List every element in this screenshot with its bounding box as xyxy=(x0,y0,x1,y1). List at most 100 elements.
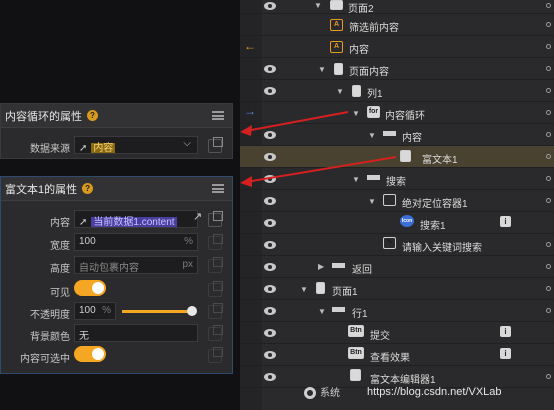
eye-icon[interactable] xyxy=(264,131,276,139)
loop-panel-title: 内容循环的属性 xyxy=(5,110,82,123)
eye-icon[interactable] xyxy=(264,197,276,205)
eye-icon[interactable] xyxy=(264,153,276,161)
eye-icon[interactable] xyxy=(264,307,276,315)
caret-down-icon[interactable]: ▼ xyxy=(336,87,344,96)
caret-down-icon[interactable]: ▼ xyxy=(368,197,376,206)
eye-icon[interactable] xyxy=(264,285,276,293)
selectable-row: 内容可选中 xyxy=(0,346,233,366)
tree-label: 搜索1 xyxy=(420,221,446,232)
caret-down-icon[interactable]: ▼ xyxy=(352,109,360,118)
tree-label: 富文本1 xyxy=(422,155,458,166)
opacity-slider[interactable] xyxy=(122,310,194,313)
tree-row-content-var[interactable] xyxy=(240,36,554,58)
opacity-row: 不透明度 100 % xyxy=(0,302,233,322)
opacity-field[interactable]: 100 % xyxy=(74,302,116,320)
tree-row-abs-container[interactable] xyxy=(240,190,554,212)
caret-down-icon[interactable]: ▼ xyxy=(314,1,322,10)
caret-down-icon[interactable]: ▼ xyxy=(318,307,326,316)
icon-widget-icon: Icon xyxy=(400,215,414,227)
info-icon[interactable]: i xyxy=(500,326,511,337)
richtext-editor-icon xyxy=(350,369,361,381)
tree-label: 请输入关键词搜索 xyxy=(402,243,482,254)
height-unit: px xyxy=(182,259,193,270)
caret-down-icon[interactable]: ▼ xyxy=(368,131,376,140)
tree-label: 列1 xyxy=(367,89,383,100)
arrow-left-icon[interactable]: ← xyxy=(244,39,256,53)
tree-row-page1[interactable] xyxy=(240,278,554,300)
eye-icon[interactable] xyxy=(264,241,276,249)
selectable-toggle[interactable] xyxy=(74,346,106,362)
content-row: 内容 ➚ 当前数据1.content ↗ xyxy=(0,210,233,230)
tree-label: 内容 xyxy=(349,45,369,56)
copy-icon[interactable] xyxy=(208,211,223,227)
eye-icon[interactable] xyxy=(264,65,276,73)
status-dot xyxy=(546,198,551,203)
tree-row-page-content[interactable] xyxy=(240,58,554,80)
system-tab[interactable]: 系统 xyxy=(304,384,340,400)
row-icon xyxy=(332,304,345,316)
copy-icon[interactable] xyxy=(208,137,223,153)
copy-icon[interactable] xyxy=(208,281,223,297)
arrow-right-icon[interactable]: → xyxy=(244,104,256,118)
width-field[interactable]: 100 % xyxy=(74,233,198,251)
row-icon xyxy=(332,260,345,272)
data-source-field[interactable]: ➚ 内容 ⌵ xyxy=(74,136,198,154)
info-icon[interactable]: i xyxy=(500,348,511,359)
eye-icon[interactable] xyxy=(264,87,276,95)
container-icon xyxy=(383,194,396,206)
content-label: 内容 xyxy=(50,218,70,229)
caret-down-icon[interactable]: ▼ xyxy=(352,175,360,184)
row-icon xyxy=(367,172,380,184)
tree-row-back[interactable] xyxy=(240,256,554,278)
copy-icon[interactable] xyxy=(208,257,223,273)
help-icon[interactable]: ? xyxy=(87,110,98,121)
menu-icon[interactable] xyxy=(212,111,224,120)
menu-icon[interactable] xyxy=(212,184,224,193)
height-field[interactable]: 自动包裹内容 px xyxy=(74,256,198,274)
help-icon[interactable]: ? xyxy=(82,183,94,194)
caret-right-icon[interactable]: ▶ xyxy=(318,262,324,271)
copy-icon[interactable] xyxy=(208,325,223,341)
status-dot xyxy=(546,132,551,137)
button-icon: Btn xyxy=(348,347,364,359)
copy-icon[interactable] xyxy=(208,234,223,250)
opacity-label: 不透明度 xyxy=(30,310,70,321)
eye-icon[interactable] xyxy=(264,219,276,227)
bg-color-field[interactable]: 无 xyxy=(74,324,198,342)
content-field[interactable]: ➚ 当前数据1.content xyxy=(74,210,198,228)
tree-row-page2[interactable] xyxy=(240,0,554,14)
width-label: 宽度 xyxy=(50,241,70,252)
expand-icon[interactable]: ↗ xyxy=(193,210,202,223)
tree-label: 筛选前内容 xyxy=(349,23,399,34)
width-row: 宽度 100 % xyxy=(0,233,233,253)
tree-row-row1[interactable] xyxy=(240,300,554,322)
tree-row-col1[interactable] xyxy=(240,80,554,102)
tree-label: 内容循环 xyxy=(385,111,425,122)
eye-icon[interactable] xyxy=(264,329,276,337)
selectable-label: 内容可选中 xyxy=(20,354,70,365)
status-dot xyxy=(546,308,551,313)
copy-icon[interactable] xyxy=(208,303,223,319)
tree-row-richtext1[interactable] xyxy=(240,146,554,168)
height-label: 高度 xyxy=(50,264,70,275)
eye-icon[interactable] xyxy=(264,263,276,271)
eye-icon[interactable] xyxy=(264,351,276,359)
gear-icon xyxy=(304,387,316,400)
eye-icon[interactable] xyxy=(264,175,276,183)
opacity-slider-knob[interactable] xyxy=(187,306,197,316)
eye-icon[interactable] xyxy=(264,2,276,10)
info-icon[interactable]: i xyxy=(500,216,511,227)
tree-row-search-input[interactable] xyxy=(240,234,554,256)
opacity-value: 100 xyxy=(79,305,96,316)
visible-toggle[interactable] xyxy=(74,280,106,296)
caret-down-icon[interactable]: ▼ xyxy=(300,285,308,294)
tree-label: 查看效果 xyxy=(370,353,410,364)
tree-label: 绝对定位容器1 xyxy=(402,199,468,210)
caret-down-icon[interactable]: ▼ xyxy=(318,65,326,74)
copy-icon[interactable] xyxy=(208,347,223,363)
edit-icon: ✎ xyxy=(383,237,396,249)
eye-icon[interactable] xyxy=(264,373,276,381)
tree-row-content-group[interactable] xyxy=(240,124,554,146)
chevron-down-icon[interactable]: ⌵ xyxy=(183,138,191,149)
richtext-panel-header: 富文本1的属性 ? xyxy=(1,177,232,201)
